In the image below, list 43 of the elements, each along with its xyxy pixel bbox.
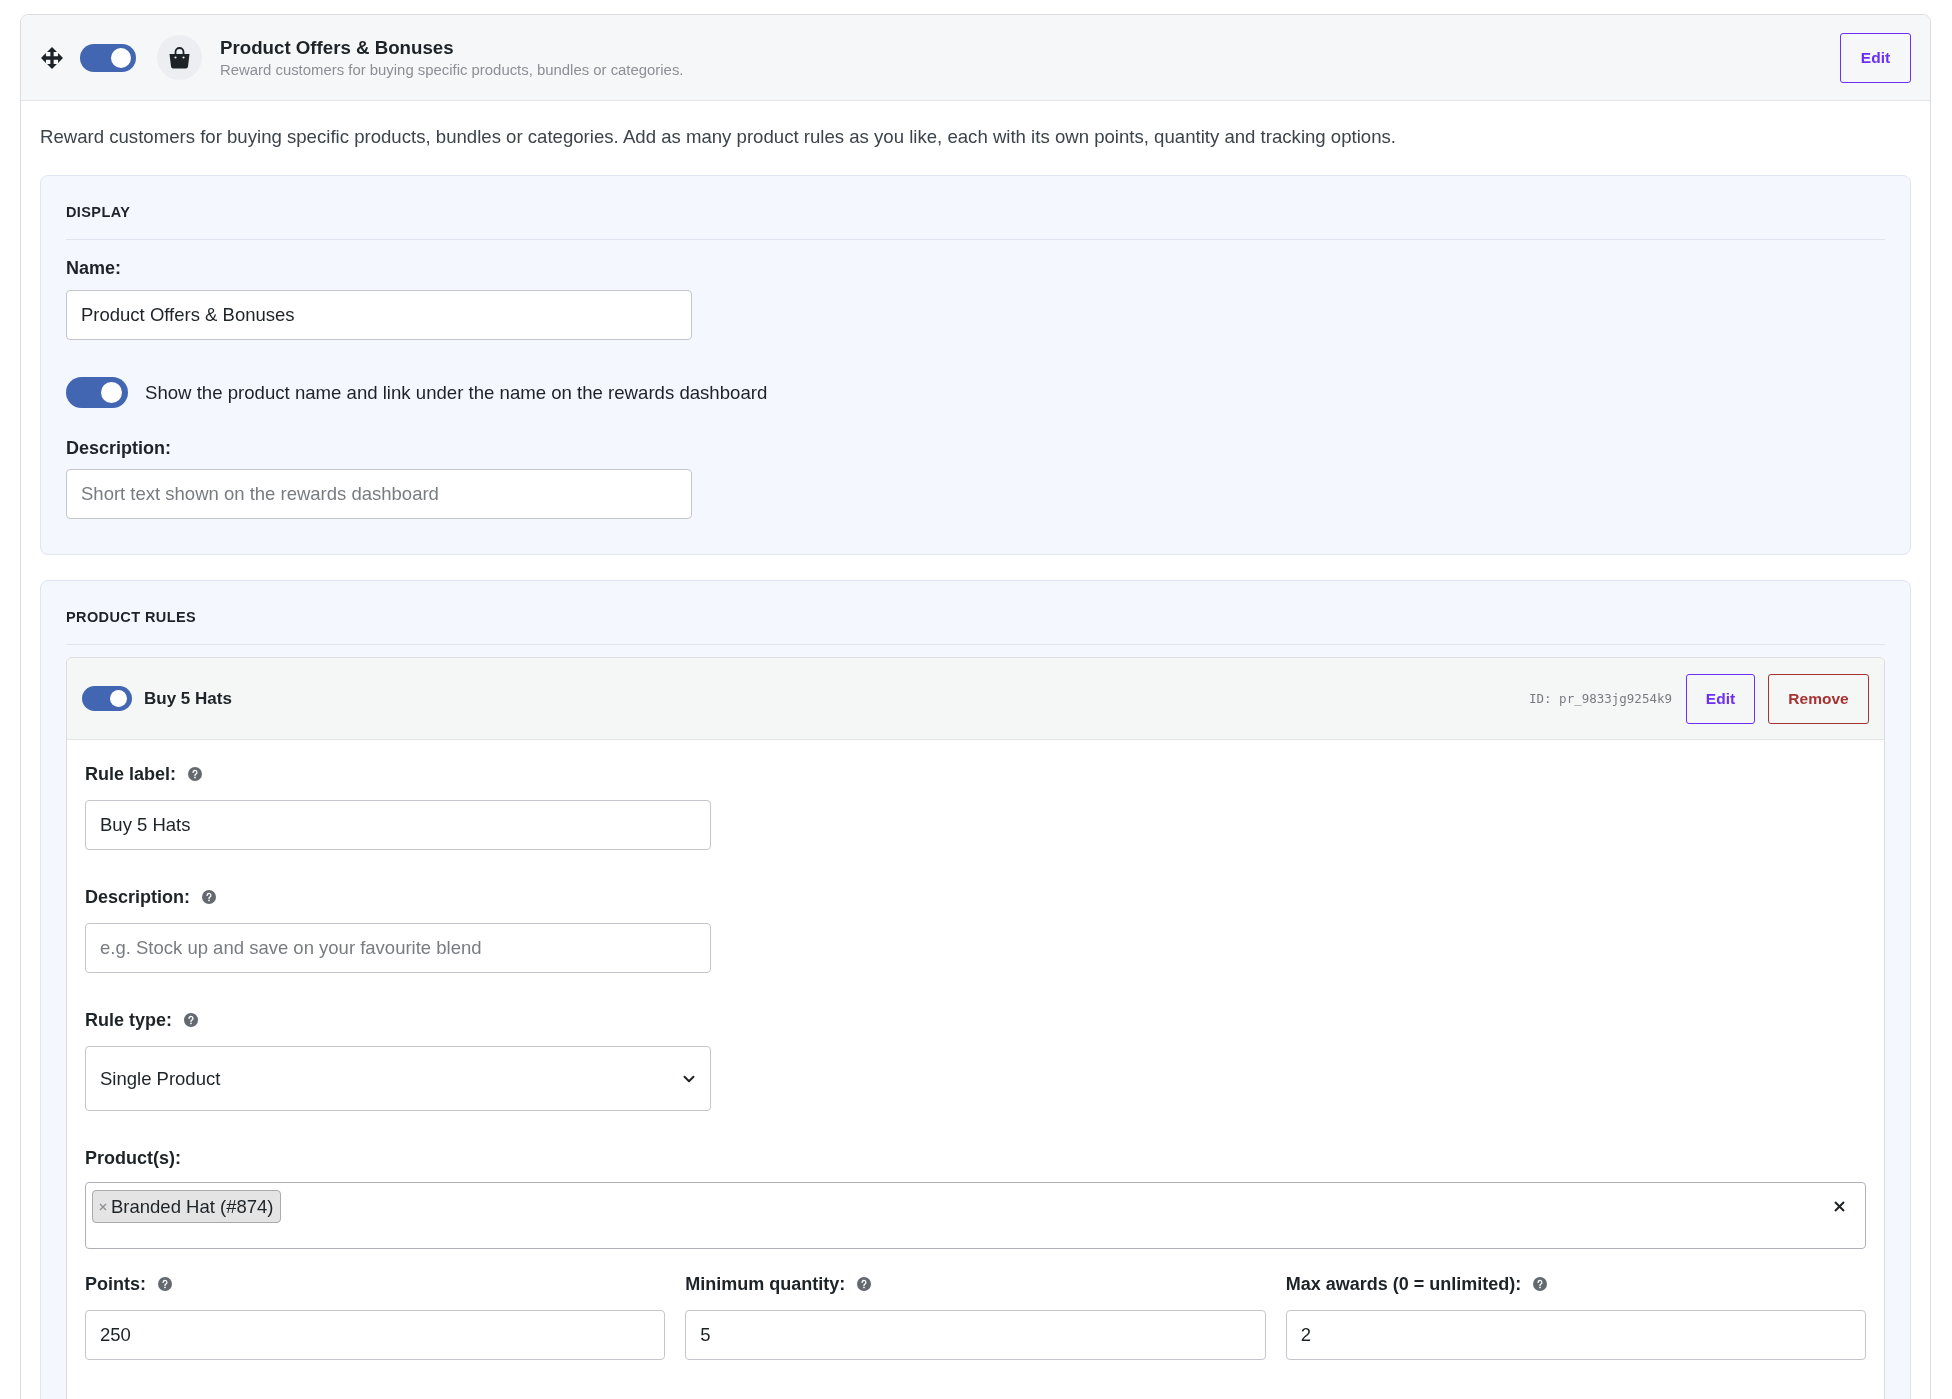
edit-button[interactable]: Edit [1840, 32, 1911, 83]
help-icon[interactable] [158, 1277, 172, 1291]
help-icon[interactable] [188, 767, 203, 781]
help-icon[interactable] [1533, 1277, 1548, 1291]
text-input[interactable]: 5 [685, 1310, 1266, 1360]
field-label: Rule label: [85, 763, 177, 785]
close-icon[interactable] [1834, 1201, 1845, 1212]
field-label: Points: [85, 1273, 146, 1295]
module-title: Product Offers & Bonuses [220, 36, 454, 59]
move-icon[interactable] [41, 46, 63, 69]
shopping-bag-icon [157, 35, 202, 80]
rule-id: ID: pr_9833jg9254k9 [1529, 691, 1672, 706]
field-label: Description: [66, 437, 171, 459]
toggle-switch[interactable] [80, 43, 136, 72]
help-icon[interactable] [184, 1013, 198, 1027]
text-input[interactable]: Buy 5 Hats [85, 800, 711, 850]
section-heading: DISPLAY [66, 203, 1885, 240]
text-input[interactable]: Product Offers & Bonuses [66, 290, 692, 340]
rule-title: Buy 5 Hats [144, 687, 232, 710]
text-input[interactable]: e.g. Stock up and save on your favourite blend [85, 923, 711, 973]
remove-button[interactable]: Remove [1768, 673, 1869, 724]
field-label: Minimum quantity: [685, 1273, 846, 1295]
product-select-field[interactable]: Branded Hat (#874) [85, 1182, 1866, 1249]
toggle-label: Show the product name and link under the name on the rewards dashboard [145, 381, 768, 404]
help-icon[interactable] [202, 890, 216, 904]
toggle-switch[interactable] [66, 377, 128, 408]
select-dropdown[interactable]: Single Product [85, 1046, 711, 1111]
section-heading: PRODUCT RULES [66, 608, 1885, 645]
help-icon[interactable] [857, 1277, 872, 1291]
field-label: Rule type: [85, 1009, 172, 1031]
text-input[interactable]: 250 [85, 1310, 666, 1360]
intro-text: Reward customers for buying specific products, bundles or categories. Add as many product rules as you like, each with its own points, quantity and tracking options. [40, 125, 1396, 149]
field-label: Product(s): [85, 1147, 181, 1169]
field-label: Description: [85, 886, 190, 908]
module-subtitle: Reward customers for buying specific products, bundles or categories. [220, 61, 684, 79]
text-input[interactable]: Short text shown on the rewards dashboard [66, 469, 692, 519]
remove-icon[interactable] [99, 1202, 107, 1211]
toggle-switch[interactable] [82, 686, 132, 711]
text-input[interactable]: 2 [1285, 1310, 1866, 1360]
product-tag[interactable]: Branded Hat (#874) [92, 1190, 281, 1223]
edit-button[interactable]: Edit [1686, 673, 1755, 724]
field-label: Name: [66, 257, 122, 279]
field-label: Max awards (0 = unlimited): [1285, 1273, 1522, 1295]
